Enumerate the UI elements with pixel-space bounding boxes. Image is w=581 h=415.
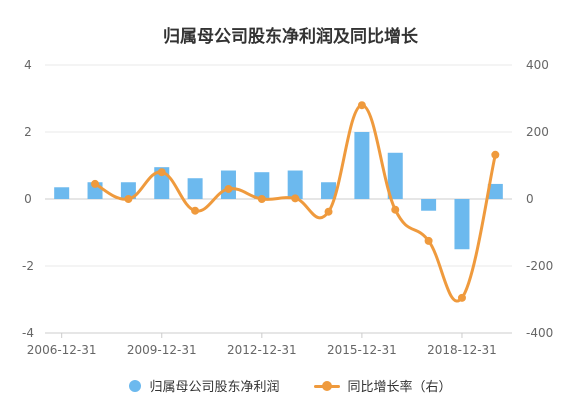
right-axis-tick-label: 200 xyxy=(526,125,549,139)
line-point xyxy=(124,195,133,203)
left-axis-tick-label: -2 xyxy=(22,259,34,273)
left-axis-tick-label: 0 xyxy=(24,192,32,206)
x-axis-tick-label: 2012-12-31 xyxy=(227,343,297,357)
bar xyxy=(454,199,470,250)
line-point xyxy=(457,293,466,302)
bar-series xyxy=(54,132,503,250)
legend: 归属母公司股东净利润 同比增长率（右） xyxy=(0,376,581,395)
bar xyxy=(421,199,437,211)
left-axis-tick-label: 2 xyxy=(24,125,32,139)
line-point xyxy=(291,194,300,203)
line-point xyxy=(224,184,233,193)
right-axis-tick-label: 400 xyxy=(526,58,549,72)
line-point xyxy=(424,236,433,245)
line-point xyxy=(491,150,500,159)
legend-item-net-profit[interactable]: 归属母公司股东净利润 xyxy=(129,376,280,395)
bar xyxy=(220,170,236,199)
legend-label-growth: 同比增长率（右） xyxy=(347,380,452,395)
x-axis-tick-label: 2018-12-31 xyxy=(427,343,497,357)
right-axis-tick-label: -200 xyxy=(526,259,553,273)
x-axis-tick-label: 2015-12-31 xyxy=(327,343,397,357)
right-axis-tick-label: -400 xyxy=(526,326,553,340)
left-axis-tick-label: 4 xyxy=(24,58,32,72)
line-point xyxy=(357,101,366,110)
right-axis-ticks: 400 200 0 -200 -400 xyxy=(526,58,553,340)
bar xyxy=(187,178,203,199)
bar xyxy=(54,187,70,199)
left-axis-ticks: 4 2 0 -2 -4 xyxy=(22,58,34,340)
bar xyxy=(254,172,270,199)
x-axis-tick-label: 2006-12-31 xyxy=(27,343,97,357)
chart-area: 4 2 0 -2 -4 400 200 0 -200 -400 2006-12-31 2009-1… xyxy=(22,58,553,357)
line-series xyxy=(91,101,500,303)
legend-bar-swatch xyxy=(129,379,142,392)
line-point xyxy=(191,206,200,215)
right-axis-tick-label: 0 xyxy=(526,192,534,206)
x-axis-tick-label: 2009-12-31 xyxy=(127,343,197,357)
line-point xyxy=(257,195,266,203)
legend-label-net-profit: 归属母公司股东净利润 xyxy=(149,380,280,395)
line-point xyxy=(391,205,400,214)
line-point xyxy=(91,179,100,188)
bar xyxy=(354,132,370,199)
legend-line-swatch xyxy=(313,380,340,392)
line-point xyxy=(324,207,333,216)
line-point xyxy=(157,168,166,177)
legend-item-growth[interactable]: 同比增长率（右） xyxy=(313,376,452,395)
x-axis-ticks: 2006-12-31 2009-12-31 2012-12-31 2015-12-31… xyxy=(27,333,497,357)
left-axis-tick-label: -4 xyxy=(22,326,34,340)
